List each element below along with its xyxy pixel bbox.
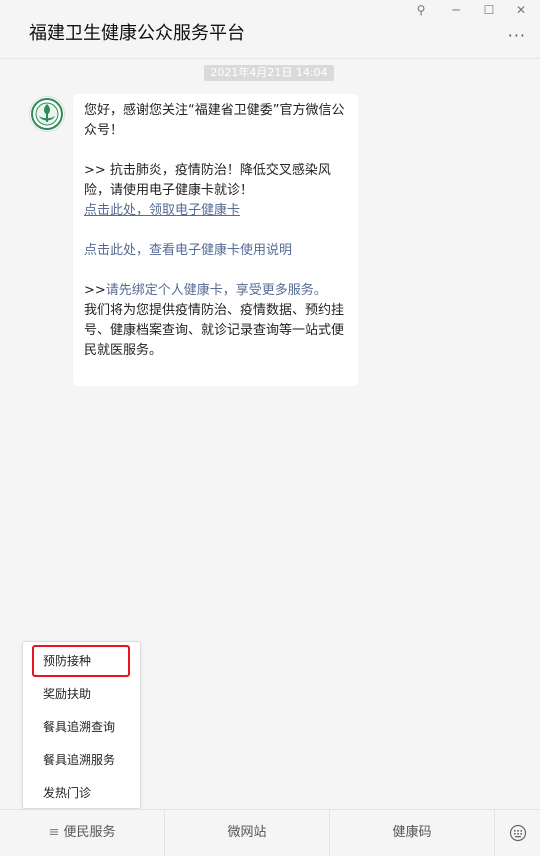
message-notice: >> 抗击肺炎，疫情防治！降低交叉感染风险，请使用电子健康卡就诊！ <box>84 163 331 198</box>
menu-health-code[interactable]: 健康码 <box>330 810 494 856</box>
menu-label: 便民服务 <box>63 825 116 840</box>
keyboard-toggle-icon <box>509 824 526 841</box>
pin-icon[interactable]: ⚲ <box>411 2 431 18</box>
message-services: 我们将为您提供疫情防治、疫情数据、预约挂号、健康档案查询、就诊记录查询等一站式便… <box>84 303 345 358</box>
minimize-icon[interactable]: ─ <box>446 2 466 18</box>
bottom-menu-bar: ≡ 便民服务 微网站 健康码 <box>0 809 540 856</box>
menu-item-fever-clinic[interactable]: 发热门诊 <box>23 777 140 810</box>
keyboard-icon[interactable] <box>495 810 540 856</box>
message-timestamp: 2021年4月21日 14:04 <box>204 65 334 81</box>
close-icon[interactable]: ✕ <box>511 2 531 18</box>
link-health-card-guide[interactable]: 点击此处，查看电子健康卡使用说明 <box>84 243 292 258</box>
message-prefix: >> <box>84 283 106 298</box>
maximize-icon[interactable]: ☐ <box>479 2 499 18</box>
highlight-box <box>32 645 130 677</box>
message-bubble: 您好，感谢您关注“福建省卫健委”官方微信公众号！ >> 抗击肺炎，疫情防治！降低… <box>73 94 358 386</box>
link-get-health-card[interactable]: 点击此处，领取电子健康卡 <box>84 203 240 218</box>
more-options-icon[interactable]: ··· <box>508 26 526 45</box>
menu-item-reward-support[interactable]: 奖励扶助 <box>23 678 140 711</box>
link-bind-health-card[interactable]: 请先绑定个人健康卡，享受更多服务。 <box>106 283 327 298</box>
title-bar: 福建卫生健康公众服务平台 ⚲ ─ ☐ ✕ ··· <box>0 0 540 59</box>
health-emblem-icon <box>31 98 63 130</box>
message-greeting: 您好，感谢您关注“福建省卫健委”官方微信公众号！ <box>84 103 345 138</box>
window-title: 福建卫生健康公众服务平台 <box>29 23 245 44</box>
menu-item-tableware-service[interactable]: 餐具追溯服务 <box>23 744 140 777</box>
menu-micro-site[interactable]: 微网站 <box>165 810 329 856</box>
menu-item-tableware-query[interactable]: 餐具追溯查询 <box>23 711 140 744</box>
menu-list-icon: ≡ <box>48 825 60 840</box>
avatar[interactable] <box>29 96 65 132</box>
menu-convenience-services[interactable]: ≡ 便民服务 <box>0 810 164 856</box>
